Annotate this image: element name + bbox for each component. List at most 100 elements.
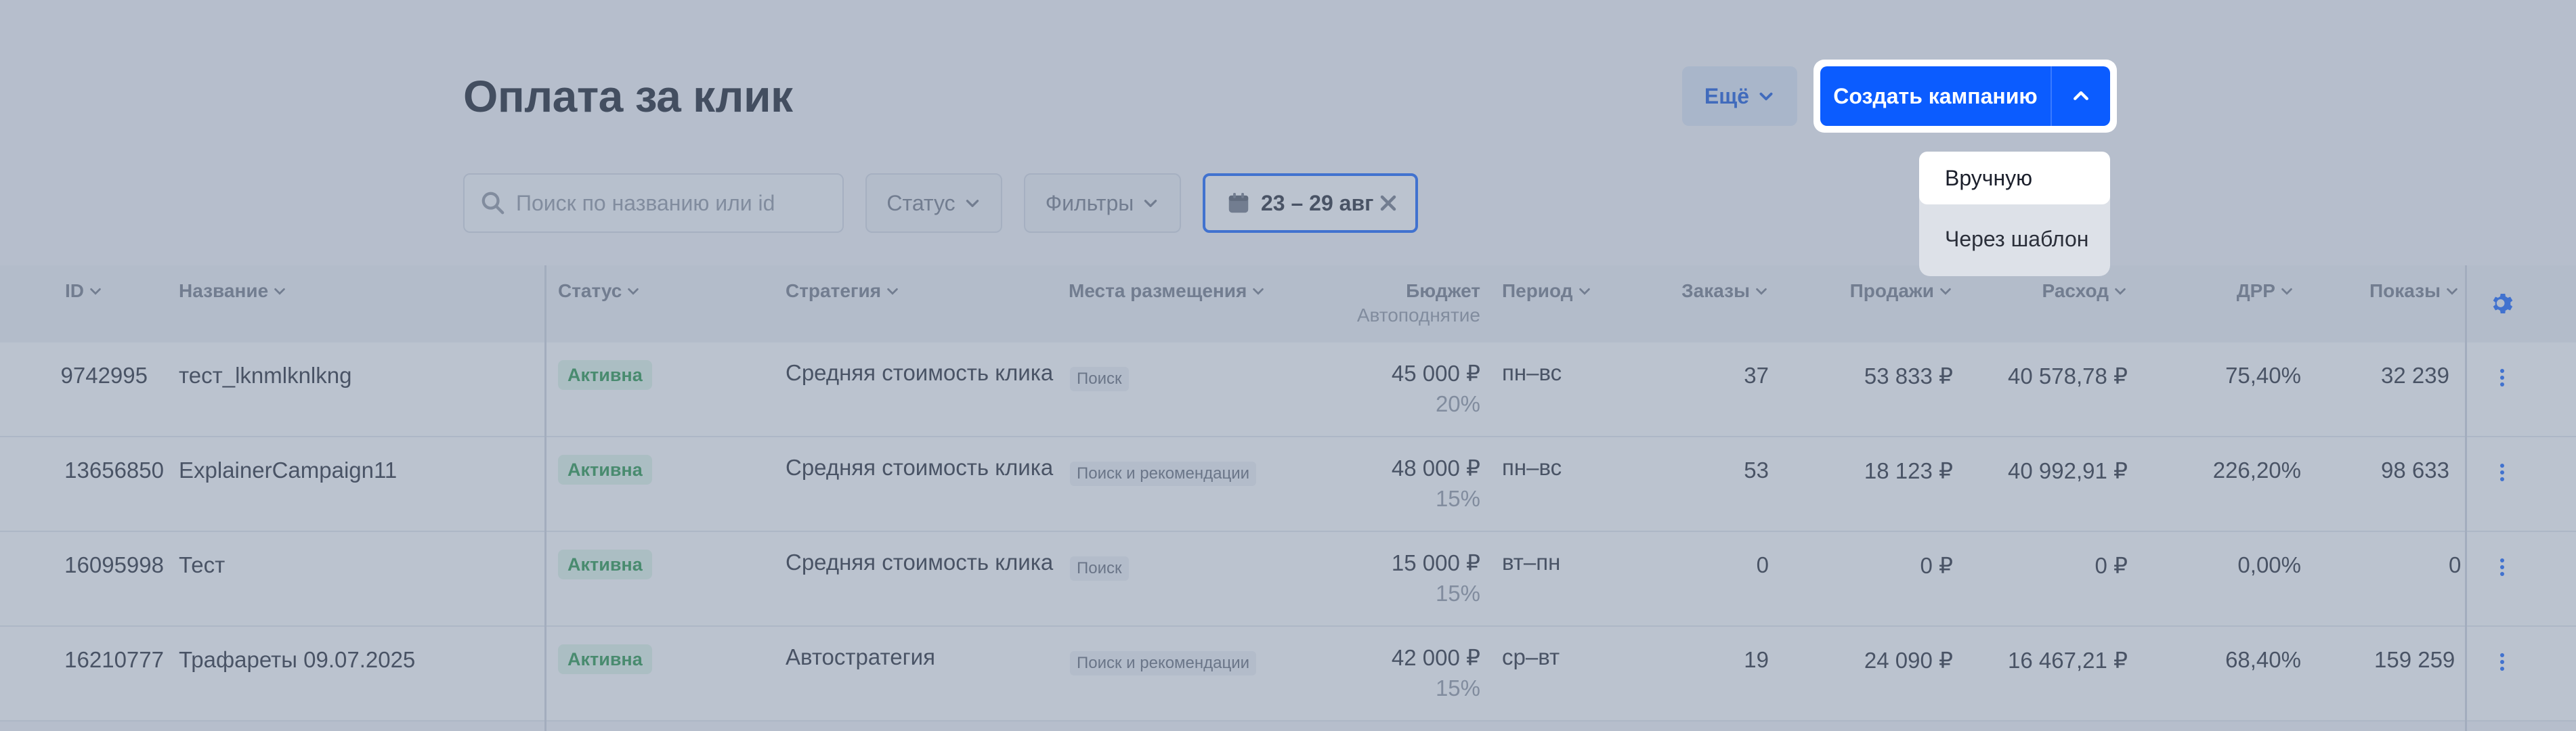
cell-impressions: 0	[2449, 552, 2462, 577]
create-campaign-button[interactable]: Создать кампанию	[1820, 66, 2051, 126]
column-header-budget-sub: Автоподнятие	[1356, 305, 1480, 326]
page-title: Оплата за клик	[463, 71, 793, 121]
cell-sales: 53 833 ₽	[1864, 363, 1953, 389]
column-header-strategy[interactable]: Стратегия	[786, 280, 900, 302]
column-header-label: Статус	[558, 280, 622, 301]
cell-orders: 0	[1756, 552, 1769, 577]
menu-item-manual[interactable]: Вручную	[1919, 152, 2110, 204]
close-icon[interactable]	[1376, 191, 1400, 215]
create-campaign-split-button: Создать кампанию	[1813, 60, 2117, 133]
column-header-name[interactable]: Название	[179, 280, 287, 302]
cell-impressions: 32 239	[2381, 363, 2449, 388]
chevron-down-icon	[2115, 288, 2126, 295]
table-row[interactable]: 16095998 Тест Активна Средняя стоимость …	[0, 532, 2576, 627]
search-icon	[481, 192, 505, 215]
cell-id: 16095998	[64, 552, 164, 577]
chevron-down-icon	[274, 288, 285, 295]
cell-budget: 45 000 ₽	[1391, 361, 1480, 386]
placement-tag: Поиск и рекомендации	[1070, 462, 1257, 486]
placement-tag: Поиск и рекомендации	[1070, 651, 1257, 675]
cell-name[interactable]: ExplainerCampaign11	[179, 458, 397, 483]
cell-strategy: Средняя стоимость клика	[786, 550, 1054, 575]
create-campaign-menu: Вручную Через шаблон	[1919, 152, 2110, 276]
filters-label: Фильтры	[1045, 190, 1134, 215]
placement-tag: Поиск	[1070, 556, 1129, 581]
menu-item-template[interactable]: Через шаблон	[1919, 213, 2110, 265]
column-header-label: ID	[65, 280, 84, 301]
more-vertical-icon	[2500, 558, 2504, 576]
cell-period: вт–пн	[1502, 550, 1561, 575]
column-header-label: Продажи	[1849, 280, 1934, 301]
column-header-label: Места размещения	[1069, 280, 1247, 301]
table-header: ID Название Статус Стратегия Места разме…	[0, 265, 2576, 342]
cell-budget: 48 000 ₽	[1391, 456, 1480, 481]
column-header-budget[interactable]: Бюджет	[1314, 280, 1480, 302]
cell-id: 16210777	[64, 647, 164, 672]
cell-orders: 37	[1744, 363, 1769, 388]
cell-period: ср–вт	[1502, 644, 1560, 669]
filters-button[interactable]: Фильтры	[1024, 173, 1181, 233]
cell-name[interactable]: Тест	[179, 552, 225, 578]
chevron-down-icon	[1144, 200, 1157, 207]
create-campaign-toggle[interactable]	[2051, 66, 2110, 126]
sticky-column-divider	[544, 265, 546, 731]
date-range-filter[interactable]: 23 – 29 авг	[1203, 173, 1418, 233]
cell-impressions: 98 633	[2381, 458, 2449, 483]
cell-strategy: Автостратегия	[786, 644, 935, 669]
row-menu-button[interactable]	[2492, 363, 2512, 393]
table-row[interactable]: 16210777 Трафареты 09.07.2025 Активна Ав…	[0, 627, 2576, 722]
cell-strategy: Средняя стоимость клика	[786, 455, 1054, 480]
column-header-sales[interactable]: Продажи	[1801, 280, 1953, 302]
row-menu-button[interactable]	[2492, 647, 2512, 677]
column-header-label: ДРР	[2236, 280, 2275, 301]
actions-column-divider	[2465, 265, 2467, 731]
chevron-down-icon	[1579, 288, 1590, 295]
cell-budget: 42 000 ₽	[1391, 645, 1480, 670]
column-header-drr[interactable]: ДРР	[2181, 280, 2294, 302]
status-badge: Активна	[558, 360, 652, 390]
column-header-id[interactable]: ID	[65, 280, 103, 302]
cell-drr: 0,00%	[2237, 552, 2301, 577]
date-range-label: 23 – 29 авг	[1261, 190, 1374, 215]
row-menu-button[interactable]	[2492, 552, 2512, 582]
column-header-impressions[interactable]: Показы	[2330, 280, 2460, 302]
cell-sales: 24 090 ₽	[1864, 648, 1953, 673]
cell-autoraise: 15%	[1435, 675, 1480, 701]
placement-tag: Поиск	[1070, 367, 1129, 391]
cell-autoraise: 15%	[1435, 581, 1480, 606]
chevron-down-icon	[966, 200, 979, 207]
column-header-label: Расход	[2042, 280, 2109, 301]
column-header-status[interactable]: Статус	[558, 280, 641, 302]
column-header-spend[interactable]: Расход	[1977, 280, 2128, 302]
cell-sales: 0 ₽	[1920, 553, 1953, 578]
status-badge: Активна	[558, 644, 652, 674]
cell-strategy: Средняя стоимость клика	[786, 360, 1054, 385]
status-filter[interactable]: Статус	[865, 173, 1002, 233]
chevron-down-icon	[2281, 288, 2292, 295]
chevron-up-icon	[2074, 91, 2088, 100]
status-badge: Активна	[558, 455, 652, 485]
table-row[interactable]: 13656850 ExplainerCampaign11 Активна Сре…	[0, 437, 2576, 532]
column-header-orders[interactable]: Заказы	[1639, 280, 1769, 302]
row-menu-button[interactable]	[2492, 458, 2512, 487]
cell-name[interactable]: тест_lknmlknlkng	[179, 363, 351, 389]
cell-period: пн–вс	[1502, 360, 1562, 385]
cell-impressions: 159 259	[2374, 647, 2455, 672]
chevron-down-icon	[628, 288, 639, 295]
status-filter-label: Статус	[886, 190, 956, 215]
column-header-label: Бюджет	[1406, 280, 1480, 301]
column-header-placements[interactable]: Места размещения	[1069, 280, 1266, 302]
cell-autoraise: 20%	[1435, 391, 1480, 416]
more-vertical-icon	[2500, 653, 2504, 671]
search-input[interactable]: Поиск по названию или id	[463, 173, 844, 233]
column-header-period[interactable]: Период	[1502, 280, 1592, 302]
chevron-down-icon	[887, 288, 898, 295]
cell-name[interactable]: Трафареты 09.07.2025	[179, 647, 415, 673]
more-vertical-icon	[2500, 464, 2504, 481]
table-row[interactable]: 9742995 тест_lknmlknlkng Активна Средняя…	[0, 342, 2576, 437]
search-placeholder: Поиск по названию или id	[516, 190, 775, 215]
chevron-down-icon	[1253, 288, 1264, 295]
gear-icon[interactable]	[2489, 290, 2516, 317]
more-button[interactable]: Ещё	[1682, 66, 1797, 126]
more-vertical-icon	[2500, 369, 2504, 386]
